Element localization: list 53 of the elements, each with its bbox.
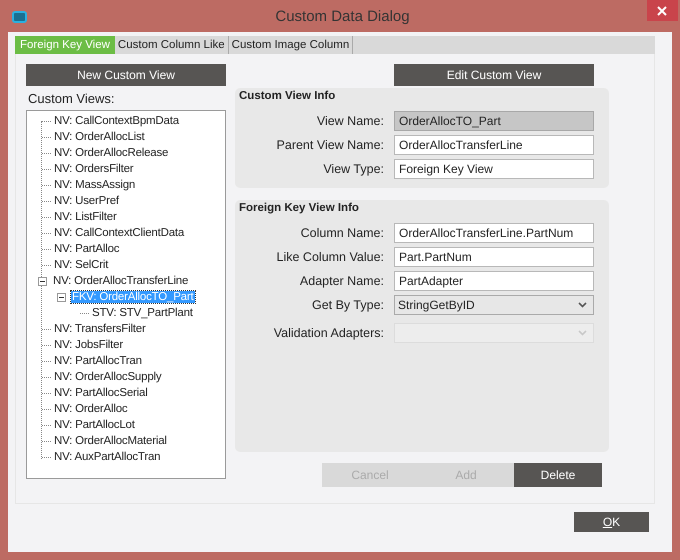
field-label: Parent View Name: (276, 138, 385, 152)
tree-item[interactable]: NV: OrderAllocRelease (53, 147, 170, 159)
tree-item[interactable]: NV: CallContextClientData (53, 227, 186, 239)
field-label: Get By Type: (310, 298, 385, 312)
close-icon (657, 6, 668, 16)
group-title: Custom View Info (239, 90, 336, 104)
tree-item[interactable]: NV: OrderAlloc (53, 403, 128, 415)
dropdown[interactable]: StringGetByID (394, 295, 594, 315)
tree-item[interactable]: NV: OrderAllocSupply (53, 371, 162, 383)
tree-item[interactable]: NV: OrderAllocMaterial (53, 435, 168, 447)
window-title: Custom Data Dialog (274, 8, 410, 25)
tree-item[interactable]: NV: UserPref (53, 195, 120, 207)
action-button[interactable]: Delete (514, 463, 602, 487)
input-field[interactable]: OrderAllocTO_Part (394, 111, 594, 131)
tree-item[interactable]: NV: OrderAllocList (53, 131, 146, 143)
field-label: Adapter Name: (298, 274, 385, 288)
tree-item[interactable]: NV: OrderAllocTransferLine (52, 275, 190, 287)
ok-button[interactable]: OK (574, 512, 649, 532)
field-label: View Type: (322, 162, 385, 176)
tab[interactable]: Custom Column Like (114, 36, 229, 54)
close-button[interactable] (646, 0, 678, 21)
input-field[interactable]: Part.PartNum (394, 247, 594, 267)
tree-label: Custom Views: (28, 91, 116, 106)
tree-item[interactable]: NV: JobsFilter (53, 339, 124, 351)
tree-item[interactable]: NV: OrdersFilter (53, 163, 134, 175)
tree-item[interactable]: NV: CallContextBpmData (53, 115, 180, 127)
field-label: Column Name: (300, 226, 385, 240)
tree-item[interactable]: NV: PartAllocSerial (53, 387, 149, 399)
tab[interactable]: Custom Image Column (228, 36, 354, 54)
tree-item[interactable]: NV: PartAllocTran (53, 355, 143, 367)
group-title: Foreign Key View Info (239, 202, 360, 216)
chevron-icon (578, 330, 587, 336)
input-field[interactable]: Foreign Key View (394, 159, 594, 179)
input-field[interactable]: PartAdapter (394, 271, 594, 291)
collapse-icon[interactable] (57, 292, 66, 302)
field-label: Like Column Value: (276, 250, 385, 264)
tree-item[interactable]: NV: TransfersFilter (53, 323, 147, 335)
tree-item[interactable]: NV: ListFilter (53, 211, 118, 223)
field-label: Validation Adapters: (272, 326, 385, 340)
field-label: View Name: (316, 114, 385, 128)
tree-item[interactable]: NV: PartAlloc (53, 243, 120, 255)
tree-item[interactable]: NV: PartAllocLot (53, 419, 136, 431)
tree-item[interactable]: NV: AuxPartAllocTran (53, 451, 162, 463)
app-icon (12, 11, 27, 23)
collapse-icon[interactable] (38, 276, 47, 286)
tree-item[interactable]: NV: SelCrit (53, 259, 110, 271)
tree-item[interactable]: STV: STV_PartPlant (91, 307, 194, 319)
input-field[interactable]: OrderAllocTransferLine (394, 135, 594, 155)
chevron-icon (578, 302, 587, 308)
new-custom-view-button[interactable]: New Custom View (26, 64, 226, 86)
tree-item[interactable]: NV: MassAssign (53, 179, 136, 191)
input-field[interactable]: OrderAllocTransferLine.PartNum (394, 223, 594, 243)
edit-custom-view-button[interactable]: Edit Custom View (394, 64, 594, 86)
